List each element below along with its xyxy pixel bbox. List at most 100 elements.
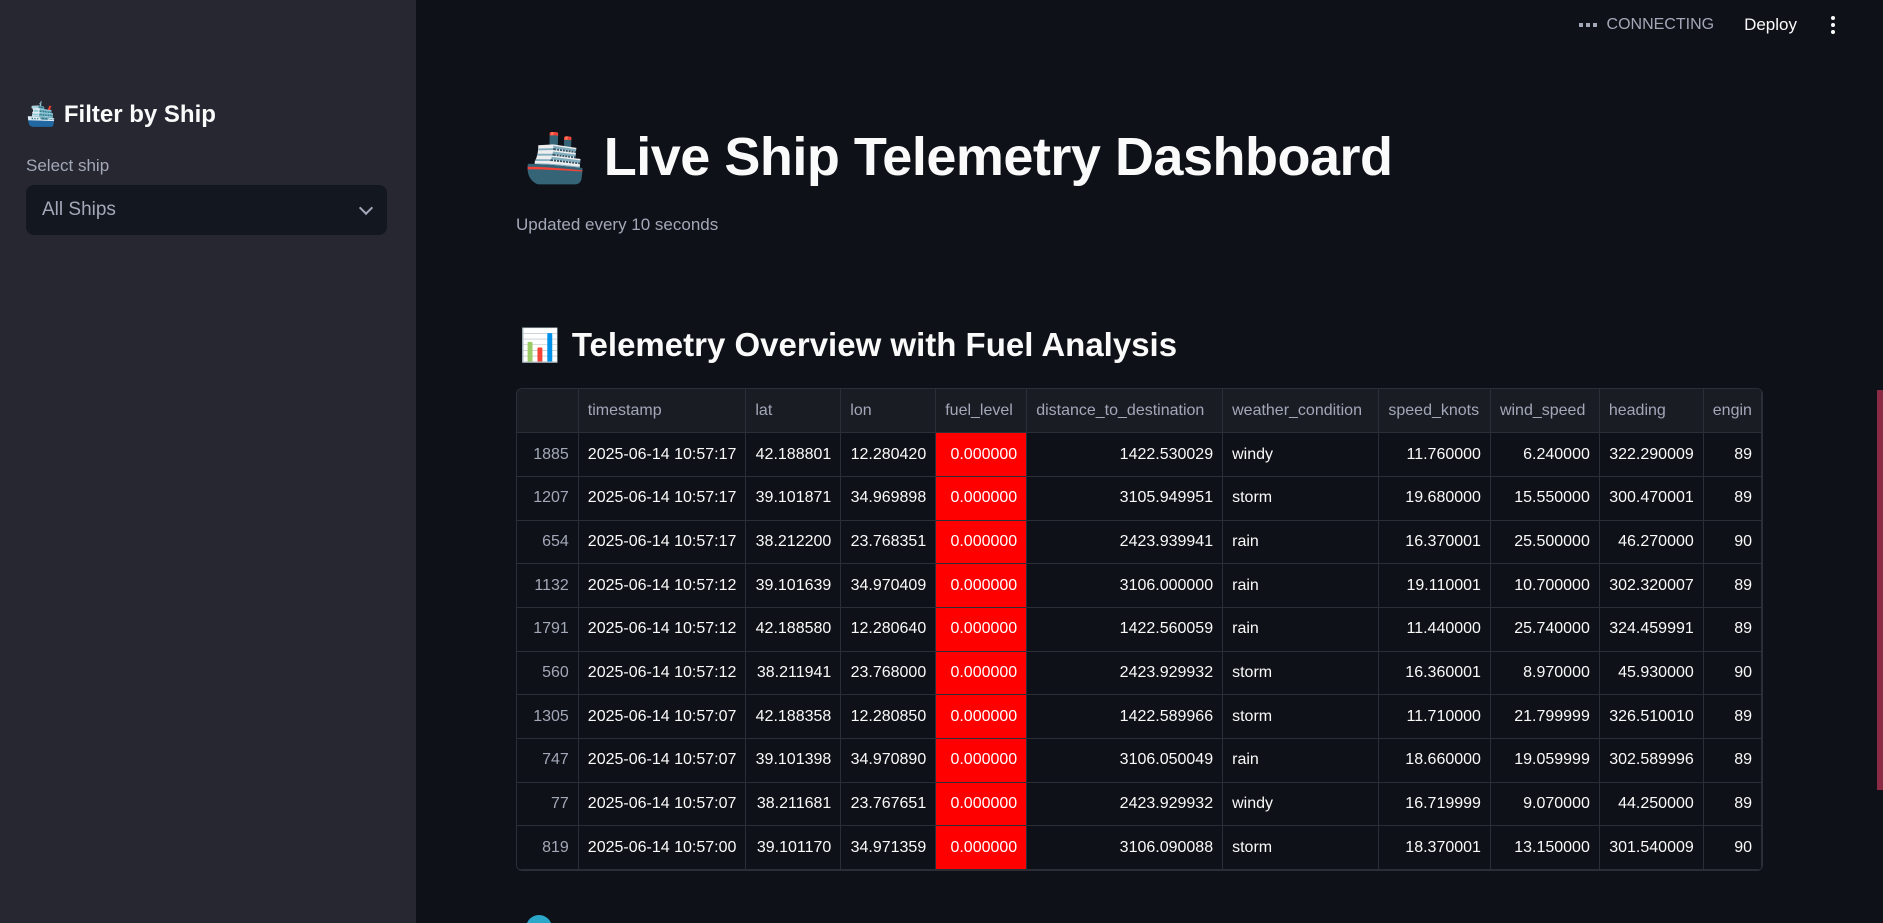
table-cell[interactable]: 0.000000	[935, 694, 1028, 739]
table-cell[interactable]: 18.370001	[1378, 825, 1491, 870]
table-cell[interactable]: 21.799999	[1490, 694, 1600, 739]
table-cell[interactable]: storm	[1222, 694, 1380, 739]
table-cell[interactable]: 11.710000	[1378, 694, 1491, 739]
table-cell[interactable]: 39.101639	[745, 563, 842, 608]
table-cell[interactable]: 89	[1703, 738, 1762, 783]
table-cell[interactable]: 0.000000	[935, 476, 1028, 521]
table-cell[interactable]: 0.000000	[935, 825, 1028, 870]
column-header[interactable]: wind_speed	[1490, 389, 1600, 434]
ship-select[interactable]: All Ships	[26, 185, 387, 235]
table-cell[interactable]: 2025-06-14 10:57:12	[578, 651, 747, 696]
table-cell[interactable]: 301.540009	[1599, 825, 1704, 870]
table-cell[interactable]: 0.000000	[935, 563, 1028, 608]
table-cell[interactable]: 42.188801	[745, 432, 842, 477]
row-index[interactable]: 560	[517, 651, 579, 696]
column-header[interactable]	[517, 389, 579, 434]
table-cell[interactable]: 12.280420	[840, 432, 937, 477]
table-cell[interactable]: 1422.589966	[1026, 694, 1224, 739]
table-cell[interactable]: 38.212200	[745, 520, 842, 565]
table-cell[interactable]: 3106.050049	[1026, 738, 1224, 783]
table-cell[interactable]: 23.768000	[840, 651, 937, 696]
table-cell[interactable]: 46.270000	[1599, 520, 1704, 565]
column-header[interactable]: lat	[745, 389, 842, 434]
table-cell[interactable]: 11.760000	[1378, 432, 1491, 477]
table-cell[interactable]: 25.740000	[1490, 607, 1600, 652]
table-cell[interactable]: 18.660000	[1378, 738, 1491, 783]
table-cell[interactable]: 10.700000	[1490, 563, 1600, 608]
table-cell[interactable]: 25.500000	[1490, 520, 1600, 565]
table-cell[interactable]: 2025-06-14 10:57:07	[578, 694, 747, 739]
table-cell[interactable]: 0.000000	[935, 738, 1028, 783]
table-cell[interactable]: 44.250000	[1599, 782, 1704, 827]
table-row[interactable]: 560 2025-06-14 10:57:12 38.211941 23.768000…	[517, 651, 1762, 696]
table-cell[interactable]: 38.211941	[745, 651, 842, 696]
table-cell[interactable]: 16.370001	[1378, 520, 1491, 565]
table-cell[interactable]: rain	[1222, 520, 1380, 565]
table-cell[interactable]: 2025-06-14 10:57:00	[578, 825, 747, 870]
table-cell[interactable]: rain	[1222, 607, 1380, 652]
table-cell[interactable]: 13.150000	[1490, 825, 1600, 870]
row-index[interactable]: 1132	[517, 563, 579, 608]
table-cell[interactable]: rain	[1222, 738, 1380, 783]
column-header[interactable]: fuel_level	[935, 389, 1028, 434]
table-row[interactable]: 1305 2025-06-14 10:57:07 42.188358 12.28085…	[517, 694, 1762, 739]
table-cell[interactable]: 302.320007	[1599, 563, 1704, 608]
table-cell[interactable]: 2025-06-14 10:57:07	[578, 782, 747, 827]
table-cell[interactable]: 12.280850	[840, 694, 937, 739]
row-index[interactable]: 747	[517, 738, 579, 783]
table-cell[interactable]: 23.767651	[840, 782, 937, 827]
table-cell[interactable]: 2025-06-14 10:57:12	[578, 607, 747, 652]
table-cell[interactable]: 2025-06-14 10:57:17	[578, 520, 747, 565]
column-header[interactable]: weather_condition	[1222, 389, 1380, 434]
table-cell[interactable]: 38.211681	[745, 782, 842, 827]
table-cell[interactable]: 2025-06-14 10:57:12	[578, 563, 747, 608]
table-row[interactable]: 819 2025-06-14 10:57:00 39.101170 34.971359…	[517, 825, 1762, 870]
table-cell[interactable]: 16.360001	[1378, 651, 1491, 696]
table-cell[interactable]: 39.101871	[745, 476, 842, 521]
table-cell[interactable]: 0.000000	[935, 432, 1028, 477]
column-header[interactable]: timestamp	[578, 389, 747, 434]
table-cell[interactable]: 3106.000000	[1026, 563, 1224, 608]
table-cell[interactable]: 90	[1703, 825, 1762, 870]
table-cell[interactable]: 89	[1703, 476, 1762, 521]
table-cell[interactable]: 16.719999	[1378, 782, 1491, 827]
table-row[interactable]: 1885 2025-06-14 10:57:17 42.188801 12.28042…	[517, 432, 1762, 477]
row-index[interactable]: 654	[517, 520, 579, 565]
telemetry-table[interactable]: timestamp lat lon fuel_level distance_to_des…	[516, 388, 1763, 871]
table-cell[interactable]: 0.000000	[935, 520, 1028, 565]
table-cell[interactable]: 326.510010	[1599, 694, 1704, 739]
table-cell[interactable]: 2423.929932	[1026, 651, 1224, 696]
table-cell[interactable]: 39.101398	[745, 738, 842, 783]
deploy-button[interactable]: Deploy	[1744, 15, 1797, 35]
scrollbar[interactable]	[1877, 390, 1883, 790]
table-cell[interactable]: storm	[1222, 825, 1380, 870]
table-cell[interactable]: 89	[1703, 782, 1762, 827]
table-cell[interactable]: 0.000000	[935, 782, 1028, 827]
table-cell[interactable]: 34.970409	[840, 563, 937, 608]
kebab-menu-icon[interactable]	[1827, 12, 1839, 38]
table-cell[interactable]: 89	[1703, 694, 1762, 739]
table-cell[interactable]: 2423.929932	[1026, 782, 1224, 827]
table-cell[interactable]: 19.059999	[1490, 738, 1600, 783]
row-index[interactable]: 1207	[517, 476, 579, 521]
table-cell[interactable]: 89	[1703, 563, 1762, 608]
table-cell[interactable]: 322.290009	[1599, 432, 1704, 477]
table-cell[interactable]: 89	[1703, 432, 1762, 477]
table-row[interactable]: 747 2025-06-14 10:57:07 39.101398 34.970890…	[517, 738, 1762, 783]
table-cell[interactable]: 6.240000	[1490, 432, 1600, 477]
table-cell[interactable]: 300.470001	[1599, 476, 1704, 521]
table-cell[interactable]: 2025-06-14 10:57:07	[578, 738, 747, 783]
table-cell[interactable]: 23.768351	[840, 520, 937, 565]
table-cell[interactable]: 90	[1703, 520, 1762, 565]
table-row[interactable]: 77 2025-06-14 10:57:07 38.211681 23.767651 0…	[517, 782, 1762, 827]
table-cell[interactable]: 11.440000	[1378, 607, 1491, 652]
table-cell[interactable]: 9.070000	[1490, 782, 1600, 827]
table-cell[interactable]: 34.970890	[840, 738, 937, 783]
table-cell[interactable]: 2423.939941	[1026, 520, 1224, 565]
table-cell[interactable]: 2025-06-14 10:57:17	[578, 432, 747, 477]
table-cell[interactable]: 39.101170	[745, 825, 842, 870]
row-index[interactable]: 819	[517, 825, 579, 870]
table-cell[interactable]: 1422.560059	[1026, 607, 1224, 652]
table-cell[interactable]: rain	[1222, 563, 1380, 608]
column-header[interactable]: speed_knots	[1378, 389, 1491, 434]
